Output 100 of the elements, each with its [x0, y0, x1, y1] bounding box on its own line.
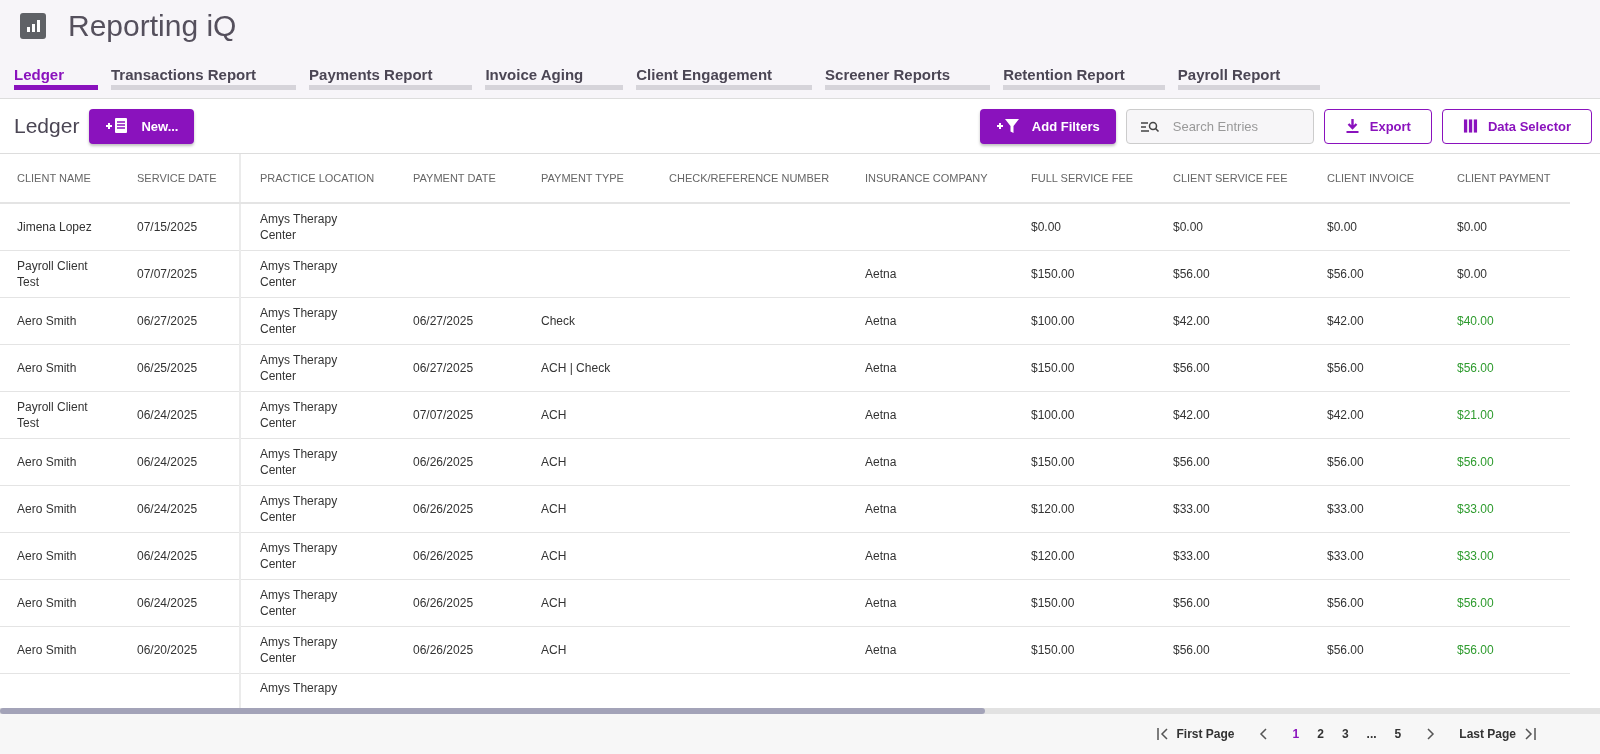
table-cell: Aero Smith: [17, 455, 77, 469]
export-button[interactable]: Export: [1323, 108, 1432, 144]
page-heading: Ledger: [14, 114, 80, 138]
table-cell: Aetna: [865, 361, 897, 375]
column-header: INSURANCE COMPANY: [865, 172, 988, 184]
table-cell: $40.00: [1457, 314, 1494, 328]
add-filters-button[interactable]: Add Filters: [979, 108, 1116, 144]
table-cell: Aetna: [865, 408, 897, 422]
table-cell: Aero Smith: [17, 314, 77, 328]
table-cell: Aero Smith: [17, 643, 77, 657]
column-header: PAYMENT TYPE: [541, 172, 624, 184]
page-number[interactable]: 2: [1315, 727, 1326, 741]
first-page-button[interactable]: First Page: [1156, 727, 1235, 741]
previous-page-icon[interactable]: [1258, 727, 1267, 741]
table-cell: $100.00: [1031, 408, 1075, 422]
table-cell: ACH: [541, 408, 567, 422]
table-cell: $56.00: [1173, 455, 1210, 469]
table-cell: ACH | Check: [541, 361, 611, 375]
table-cell: Aetna: [865, 502, 897, 516]
last-page-icon: [1524, 727, 1536, 741]
column-header: PAYMENT DATE: [413, 172, 496, 184]
last-page-button[interactable]: Last Page: [1459, 727, 1536, 741]
table-cell: $150.00: [1031, 267, 1075, 281]
table-cell: Amys Therapy Center: [260, 212, 338, 242]
table-cell: $33.00: [1173, 502, 1210, 516]
table-cell: ACH: [541, 455, 567, 469]
table-cell: Amys Therapy Center: [260, 541, 338, 571]
column-header: CLIENT SERVICE FEE: [1173, 172, 1288, 184]
table-cell: $120.00: [1031, 549, 1075, 563]
table-cell: $150.00: [1031, 596, 1075, 610]
table-cell: Amys Therapy Center: [260, 494, 338, 524]
columns-icon: [1462, 118, 1478, 134]
table-cell: 06/26/2025: [413, 643, 474, 657]
table-cell: Aetna: [865, 314, 897, 328]
report-tab[interactable]: Invoice Aging: [485, 66, 624, 90]
table-cell: $42.00: [1173, 314, 1210, 328]
table-cell: 06/20/2025: [137, 643, 198, 657]
bar-chart-icon: [20, 13, 46, 39]
scrollbar-thumb[interactable]: [0, 708, 985, 714]
download-icon: [1344, 118, 1360, 134]
table-cell: $56.00: [1173, 596, 1210, 610]
table-cell: $56.00: [1327, 596, 1364, 610]
table-cell: Amys Therapy Center: [260, 259, 338, 289]
table-cell: Aetna: [865, 643, 897, 657]
table-cell: 06/27/2025: [137, 314, 198, 328]
table-cell: Amys Therapy: [260, 681, 338, 695]
table-cell: Aero Smith: [17, 596, 77, 610]
new-button[interactable]: New...: [89, 108, 195, 144]
report-tab[interactable]: Client Engagement: [636, 66, 813, 90]
report-tab[interactable]: Screener Reports: [825, 66, 991, 90]
report-tab[interactable]: Payroll Report: [1177, 66, 1321, 90]
report-tab[interactable]: Transactions Report: [111, 66, 297, 90]
table-cell: Check: [541, 314, 575, 328]
table-cell: $42.00: [1173, 408, 1210, 422]
table-cell: $0.00: [1457, 220, 1488, 234]
table-cell: Amys Therapy Center: [260, 353, 338, 383]
column-header: SERVICE DATE: [137, 172, 217, 184]
page-number[interactable]: 3: [1339, 727, 1351, 741]
table-cell: 06/24/2025: [137, 502, 198, 516]
table-cell: Aero Smith: [17, 549, 77, 563]
table-cell: $150.00: [1031, 643, 1075, 657]
column-header: FULL SERVICE FEE: [1031, 172, 1134, 184]
table-cell: 06/25/2025: [137, 361, 198, 375]
page-number[interactable]: 5: [1392, 727, 1404, 741]
table-cell: ACH: [541, 596, 567, 610]
table-cell: 07/15/2025: [137, 220, 198, 234]
table-cell: ACH: [541, 643, 567, 657]
column-header: PRACTICE LOCATION: [260, 172, 375, 184]
table-cell: $42.00: [1327, 408, 1364, 422]
search-field[interactable]: Search Entries: [1125, 108, 1314, 144]
table-cell: Aero Smith: [17, 502, 77, 516]
table-cell: Aetna: [865, 596, 897, 610]
report-tab[interactable]: Ledger: [14, 66, 98, 90]
table-cell: $100.00: [1031, 314, 1075, 328]
table-cell: 06/24/2025: [137, 408, 198, 422]
table-cell: $56.00: [1457, 455, 1494, 469]
next-page-icon[interactable]: [1427, 727, 1436, 741]
table-cell: 06/26/2025: [413, 596, 474, 610]
table-cell: Amys Therapy Center: [260, 400, 338, 430]
table-cell: Aetna: [865, 267, 897, 281]
table-cell: $33.00: [1327, 502, 1364, 516]
report-tab[interactable]: Retention Report: [1003, 66, 1165, 90]
column-header: CLIENT NAME: [17, 172, 91, 184]
column-header: CLIENT PAYMENT: [1457, 172, 1551, 184]
table-cell: 06/26/2025: [413, 455, 474, 469]
data-selector-button[interactable]: Data Selector: [1441, 108, 1592, 144]
table-cell: Aero Smith: [17, 361, 77, 375]
table-cell: 07/07/2025: [137, 267, 198, 281]
table-cell: $56.00: [1327, 267, 1364, 281]
page-number[interactable]: ...: [1364, 727, 1379, 741]
table-cell: 06/26/2025: [413, 502, 474, 516]
table-cell: $0.00: [1327, 220, 1358, 234]
table-cell: $120.00: [1031, 502, 1075, 516]
table-cell: ACH: [541, 549, 567, 563]
report-tab[interactable]: Payments Report: [309, 66, 473, 90]
table-cell: $33.00: [1457, 502, 1494, 516]
table-cell: $0.00: [1031, 220, 1062, 234]
table-cell: 06/27/2025: [413, 314, 474, 328]
table-cell: $56.00: [1173, 267, 1210, 281]
page-number[interactable]: 1: [1290, 727, 1302, 741]
